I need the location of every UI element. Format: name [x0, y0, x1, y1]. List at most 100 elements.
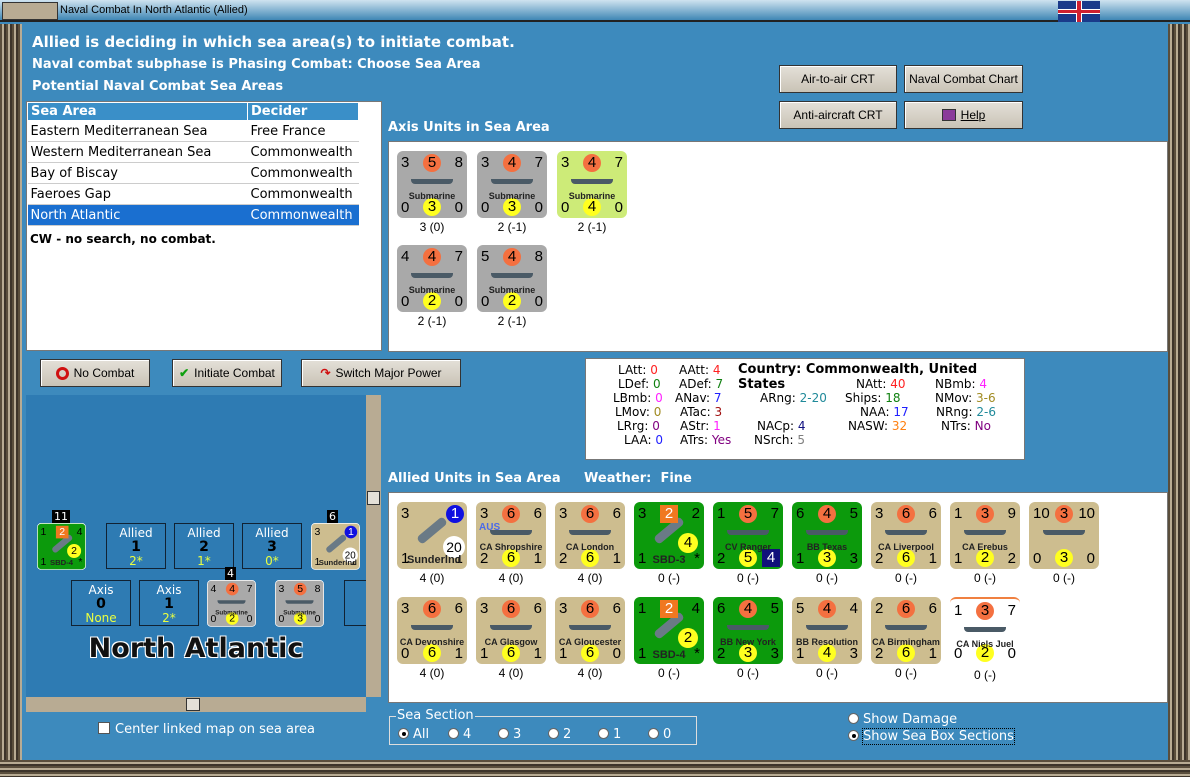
unit-counter[interactable]: 1 9 1 2 3 2 CA Erebus 0 (-)	[950, 502, 1020, 585]
sea-section-radio-2[interactable]: 2	[548, 727, 598, 742]
unit-counter[interactable]: 5 4 1 3 4 4 BB Resolution 0 (-)	[792, 597, 862, 680]
sea-section-radio-1[interactable]: 1	[598, 727, 648, 742]
naval-combat-chart-button[interactable]: Naval Combat Chart	[904, 65, 1023, 93]
unit-counter[interactable]: 3 2 1 * 2 4 SBD-3 0 (-)	[634, 502, 704, 585]
allied-sea-box-3[interactable]: Allied 3 0*	[242, 523, 302, 569]
radio-button[interactable]	[648, 728, 659, 739]
unit-name: SBD-4	[652, 649, 686, 661]
unit-factor-bottom: 3	[1055, 549, 1073, 567]
unit-counter[interactable]: 3 8 0 0 5 3 Submarine 3 (0)	[397, 151, 467, 234]
unit-value-tr: 6	[454, 600, 463, 617]
unit-counter[interactable]: 3 6 1 0 6 6 CA Gloucester 4 (0)	[555, 597, 625, 680]
sea-section-radio-all[interactable]: All	[398, 727, 448, 742]
unit-factor-top: 6	[423, 600, 441, 618]
unit-value-tl: 5	[796, 600, 805, 617]
unit-counter[interactable]: 3 6 1 1 6 6 CA Glasgow 4 (0)	[476, 597, 546, 680]
unit-counter[interactable]: 3 8 0 0 5 3 Submarine	[275, 580, 324, 627]
unit-counter[interactable]: 2 6 2 1 6 6 CA Birmingham 0 (-)	[871, 597, 941, 680]
unit-counter[interactable]: 1 4 1 * 2 2 SBD-4	[37, 523, 86, 570]
sea-section-radio-3[interactable]: 3	[498, 727, 548, 742]
unit-counter[interactable]: 3 7 0 0 4 3 Submarine 2 (-1)	[477, 151, 547, 234]
unit-loss-caption: 2 (-1)	[577, 220, 607, 234]
aircraft-icon	[416, 516, 448, 545]
unit-counter[interactable]: 3 6 0 1 6 6 CA Devonshire 4 (0)	[397, 597, 467, 680]
map-horizontal-scrollbar[interactable]	[26, 697, 366, 712]
unit-counter[interactable]: 5 8 0 0 4 2 Submarine 2 (-1)	[477, 245, 547, 328]
sea-area-row[interactable]: Faeroes Gap Commonwealth	[27, 183, 359, 205]
unit-counter[interactable]: 6 5 2 3 4 3 BB New York 0 (-)	[713, 597, 783, 680]
scrollbar-thumb[interactable]	[367, 491, 380, 505]
stat-atac: ATac: 3	[680, 405, 723, 419]
map-vertical-scrollbar[interactable]	[366, 395, 381, 697]
radio-button[interactable]	[548, 728, 559, 739]
unit-value-tr: 4	[76, 525, 83, 538]
unit-value-br: *	[694, 550, 700, 567]
column-header-sea-area[interactable]: Sea Area	[27, 102, 248, 121]
unit-counter[interactable]: 1 7 0 0 3 2 CA Niels Juel 0 (-)	[950, 597, 1020, 682]
axis-sea-box[interactable]: Axis 1 2*	[139, 580, 199, 626]
allied-sea-box-1[interactable]: Allied 1 2*	[106, 523, 166, 569]
initiate-combat-button[interactable]: ✔ Initiate Combat	[172, 359, 282, 387]
unit-counter[interactable]: 311120Sunderlnd	[311, 523, 360, 570]
sea-area-row[interactable]: Eastern Mediterranean Sea Free France	[27, 120, 359, 142]
radio-button[interactable]	[848, 713, 859, 724]
checkbox[interactable]	[98, 722, 110, 734]
sea-area-row[interactable]: North Atlantic Commonwealth	[27, 204, 359, 226]
switch-major-power-button[interactable]: ↷ Switch Major Power	[301, 359, 461, 387]
unit-counter[interactable]: 4 7 0 0 4 2 Submarine	[207, 580, 256, 627]
display-option-radio[interactable]: Show Damage	[848, 711, 1014, 728]
stat-naa: NAA: 17	[860, 405, 909, 419]
ship-silhouette-icon	[411, 179, 453, 184]
radio-button[interactable]	[498, 728, 509, 739]
stat-nmov: NMov: 3-6	[935, 391, 996, 405]
unit-counter[interactable]: 1 4 1 * 2 2 SBD-4 0 (-)	[634, 597, 704, 680]
unit-counter[interactable]: 6 5 1 3 4 3 BB Texas 0 (-)	[792, 502, 862, 585]
radio-button[interactable]	[448, 728, 459, 739]
sea-area-row[interactable]: Western Mediterranean Sea Commonwealth	[27, 141, 359, 163]
unit-counter[interactable]: 3 7 0 0 4 4 Submarine 2 (-1)	[557, 151, 627, 234]
stack-count-badge: 4	[225, 567, 236, 580]
unit-value-tr: 4	[691, 600, 700, 617]
scrollbar-thumb[interactable]	[186, 698, 200, 711]
unit-value-tr: 8	[454, 154, 463, 171]
center-map-checkbox[interactable]: Center linked map on sea area	[98, 722, 315, 737]
unit-value-tl: 5	[481, 248, 490, 265]
air-to-air-crt-button[interactable]: Air-to-air CRT	[779, 65, 897, 93]
ship-silhouette-icon	[1043, 530, 1085, 535]
axis-sea-box[interactable]: Axis 0 None	[71, 580, 131, 626]
no-combat-button[interactable]: No Combat	[40, 359, 150, 387]
unit-value-tr: 6	[533, 505, 542, 522]
unit-factor-top: 2	[660, 505, 678, 523]
column-header-decider[interactable]: Decider	[247, 102, 359, 121]
radio-button[interactable]	[598, 728, 609, 739]
unit-name: CA Glasgow	[484, 637, 538, 647]
sea-area-map[interactable]: North Atlantic Allied 1 2* Allied 2 1* Allied 3…	[26, 395, 366, 697]
sea-section-legend: Sea Section	[396, 708, 475, 723]
unit-counter[interactable]: 3 1 1 1 20 Sunderlnd 4 (0)	[397, 502, 467, 585]
help-button[interactable]: Help	[904, 101, 1023, 129]
sea-section-radio-4[interactable]: 4	[448, 727, 498, 742]
unit-counter[interactable]: 10 10 0 0 3 3 0 (-)	[1029, 502, 1099, 585]
stat-nrng: NRng: 2-6	[936, 405, 997, 419]
unit-counter[interactable]: 3 6 2 1 6 6 CA Liverpool 0 (-)	[871, 502, 941, 585]
radio-button[interactable]	[848, 730, 859, 741]
allied-sea-box-2[interactable]: Allied 2 1*	[174, 523, 234, 569]
unit-counter[interactable]: 3 6 2 1 6 6 CA London 4 (0)	[555, 502, 625, 585]
system-menu-button[interactable]	[2, 2, 58, 20]
unit-name: Submarine	[488, 191, 536, 201]
unit-counter[interactable]: 3 6 2 1 6 6 AUS CA Shropshire 4 (0)	[476, 502, 546, 585]
unit-counter[interactable]: 4 7 0 0 4 2 Submarine 2 (-1)	[397, 245, 467, 328]
unit-value-tl: 6	[717, 600, 726, 617]
sea-section-radio-0[interactable]: 0	[648, 727, 698, 742]
unit-value-bl: 1	[796, 645, 805, 662]
sea-area-row[interactable]: Bay of Biscay Commonwealth	[27, 162, 359, 184]
unit-factor-top: 4	[818, 600, 836, 618]
display-options: Show Damage Show Sea Box Sections	[848, 711, 1015, 745]
radio-button[interactable]	[398, 728, 409, 739]
unit-counter[interactable]: 1 7 2 4 5 5 CV Ranger 0 (-)	[713, 502, 783, 585]
ship-silhouette-icon	[217, 600, 246, 604]
unit-value-tr: 6	[612, 600, 621, 617]
display-option-radio[interactable]: Show Sea Box Sections	[848, 728, 1015, 745]
anti-aircraft-crt-button[interactable]: Anti-aircraft CRT	[779, 101, 897, 129]
axis-sea-box[interactable]: Ax	[344, 580, 366, 626]
